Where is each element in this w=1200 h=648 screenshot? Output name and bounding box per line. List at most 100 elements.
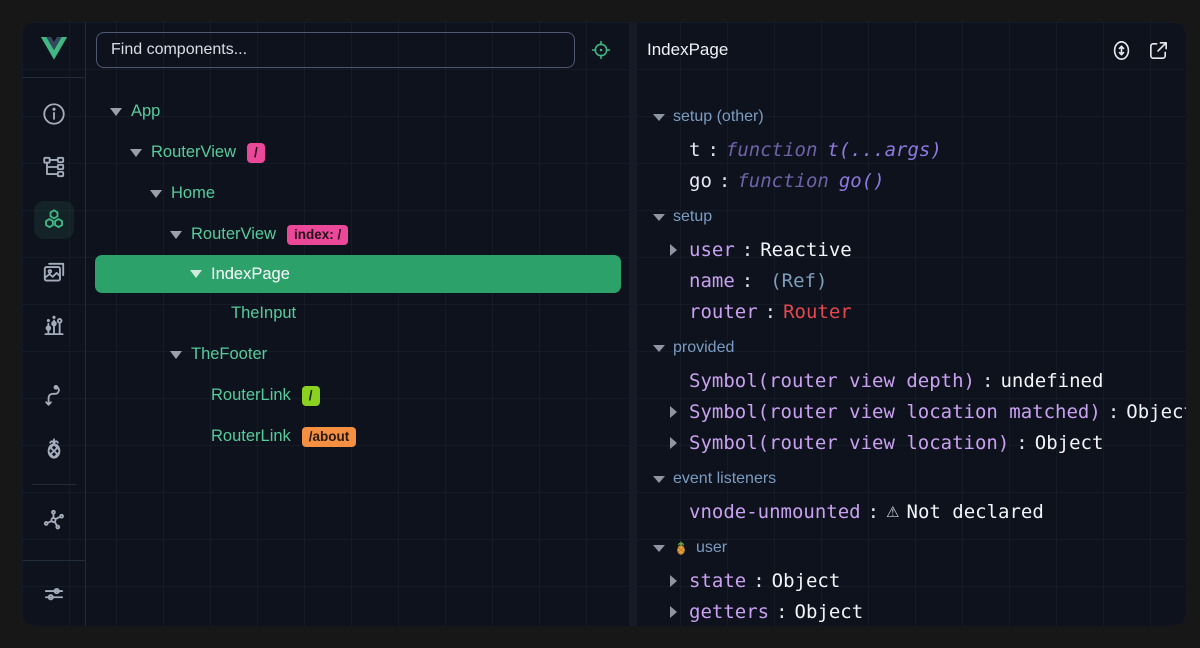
collapse-caret-icon[interactable] xyxy=(190,270,202,278)
section-event-listeners[interactable]: event listeners xyxy=(637,462,1186,496)
state-value: Not declared xyxy=(907,501,1044,523)
sidebar-item-components[interactable] xyxy=(34,201,74,239)
state-key: Symbol(router view depth) xyxy=(689,370,975,392)
timeline-sliders-icon xyxy=(41,313,67,339)
state-row-name: name : (Ref) xyxy=(637,265,1186,296)
open-in-editor-button[interactable] xyxy=(1146,38,1170,62)
expand-caret-icon[interactable] xyxy=(670,244,677,256)
state-key: Symbol(router view location) xyxy=(689,432,1009,454)
state-row-t: t : function t(...args) xyxy=(637,134,1186,165)
graph-icon xyxy=(41,507,67,533)
state-key: t xyxy=(689,139,700,161)
state-inspector-panel: IndexPage s xyxy=(637,22,1186,626)
section-setup-other[interactable]: setup (other) xyxy=(637,100,1186,134)
function-signature: t(...args) xyxy=(827,139,941,161)
tree-row-routerview-index[interactable]: RouterView index: / xyxy=(86,214,629,255)
sidebar-item-overview[interactable] xyxy=(34,95,74,133)
expand-caret-icon[interactable] xyxy=(670,606,677,618)
component-name: Home xyxy=(171,184,215,203)
tree-row-routerview[interactable]: RouterView / xyxy=(86,132,629,173)
state-key: user xyxy=(689,239,735,261)
sidebar-item-graph[interactable] xyxy=(34,501,74,539)
panel-splitter[interactable] xyxy=(629,22,637,626)
collapse-caret-icon[interactable] xyxy=(170,231,182,239)
route-badge: index: / xyxy=(287,225,348,245)
inspector-header: IndexPage xyxy=(637,22,1186,78)
components-hexagons-icon xyxy=(41,207,67,233)
component-name: App xyxy=(131,102,160,121)
tree-row-home[interactable]: Home xyxy=(86,173,629,214)
section-label: setup xyxy=(673,208,712,226)
collapse-caret-icon[interactable] xyxy=(110,108,122,116)
component-name: RouterView xyxy=(151,143,236,162)
collapse-caret-icon[interactable] xyxy=(130,149,142,157)
vue-logo[interactable] xyxy=(22,22,85,78)
section-caret-icon[interactable] xyxy=(653,545,665,552)
collapse-caret-icon[interactable] xyxy=(170,351,182,359)
route-badge: / xyxy=(302,386,320,406)
state-row-vnode-unmounted: vnode-unmounted : ⚠ Not declared xyxy=(637,496,1186,527)
component-name: IndexPage xyxy=(211,265,290,284)
function-keyword: function xyxy=(737,170,829,192)
section-provided[interactable]: provided xyxy=(637,331,1186,365)
tree-row-theinput[interactable]: TheInput xyxy=(86,293,629,334)
sidebar-item-router[interactable] xyxy=(34,377,74,415)
component-tree: App RouterView / Home RouterView index: … xyxy=(86,78,629,626)
tree-row-routerlink-home[interactable]: RouterLink / xyxy=(86,375,629,416)
sidebar-item-timeline[interactable] xyxy=(34,307,74,345)
section-user-store[interactable]: user xyxy=(637,531,1186,565)
sidebar-item-assets[interactable] xyxy=(34,254,74,292)
warning-icon: ⚠ xyxy=(886,503,899,521)
sidebar-item-settings[interactable] xyxy=(34,575,74,613)
state-key: getters xyxy=(689,601,769,623)
sidebar-item-pinia[interactable] xyxy=(34,430,74,468)
inspect-element-button[interactable] xyxy=(583,32,619,68)
state-row-user[interactable]: user : Reactive xyxy=(637,234,1186,265)
inspector-body: setup (other) t : function t(...args) go… xyxy=(637,78,1186,626)
route-badge: / xyxy=(247,143,265,163)
tree-row-app[interactable]: App xyxy=(86,91,629,132)
section-caret-icon[interactable] xyxy=(653,345,665,352)
expand-all-icon xyxy=(1110,39,1133,62)
section-caret-icon[interactable] xyxy=(653,476,665,483)
section-caret-icon[interactable] xyxy=(653,214,665,221)
info-icon xyxy=(41,101,67,127)
settings-icon xyxy=(41,581,67,607)
open-in-editor-icon xyxy=(1147,39,1170,62)
expand-caret-icon[interactable] xyxy=(670,437,677,449)
state-row-router-view-location[interactable]: Symbol(router view location) : Object xyxy=(637,427,1186,458)
section-setup[interactable]: setup xyxy=(637,200,1186,234)
state-row-go: go : function go() xyxy=(637,165,1186,196)
tree-row-thefooter[interactable]: TheFooter xyxy=(86,334,629,375)
sidebar-item-component-tree[interactable] xyxy=(34,148,74,186)
state-value: Object xyxy=(772,570,841,592)
component-name: TheFooter xyxy=(191,345,267,364)
state-key: Symbol(router view location matched) xyxy=(689,401,1101,423)
component-name: RouterView xyxy=(191,225,276,244)
expand-caret-icon[interactable] xyxy=(670,575,677,587)
assets-image-icon xyxy=(41,260,67,286)
section-label: event listeners xyxy=(673,470,776,488)
state-key: vnode-unmounted xyxy=(689,501,861,523)
sidebar-divider xyxy=(32,484,76,485)
section-label: setup (other) xyxy=(673,108,764,126)
crosshair-target-icon xyxy=(590,39,612,61)
devtools-window: App RouterView / Home RouterView index: … xyxy=(22,22,1186,626)
state-value-ref: (Ref) xyxy=(770,270,827,292)
tree-row-routerlink-about[interactable]: RouterLink /about xyxy=(86,416,629,457)
tree-row-indexpage-selected[interactable]: IndexPage xyxy=(95,255,621,293)
collapse-caret-icon[interactable] xyxy=(150,190,162,198)
expand-all-button[interactable] xyxy=(1109,38,1133,62)
state-row-router-view-location-matched[interactable]: Symbol(router view location matched) : O… xyxy=(637,396,1186,427)
sidebar-nav xyxy=(22,78,85,560)
pinia-pineapple-icon xyxy=(41,436,67,462)
state-value: undefined xyxy=(1000,370,1103,392)
state-row-getters[interactable]: getters : Object xyxy=(637,596,1186,626)
component-name: RouterLink xyxy=(211,386,291,405)
search-input[interactable] xyxy=(96,32,575,68)
component-name: RouterLink xyxy=(211,427,291,446)
expand-caret-icon[interactable] xyxy=(670,406,677,418)
tree-toolbar xyxy=(86,22,629,78)
state-row-state[interactable]: state : Object xyxy=(637,565,1186,596)
section-caret-icon[interactable] xyxy=(653,114,665,121)
